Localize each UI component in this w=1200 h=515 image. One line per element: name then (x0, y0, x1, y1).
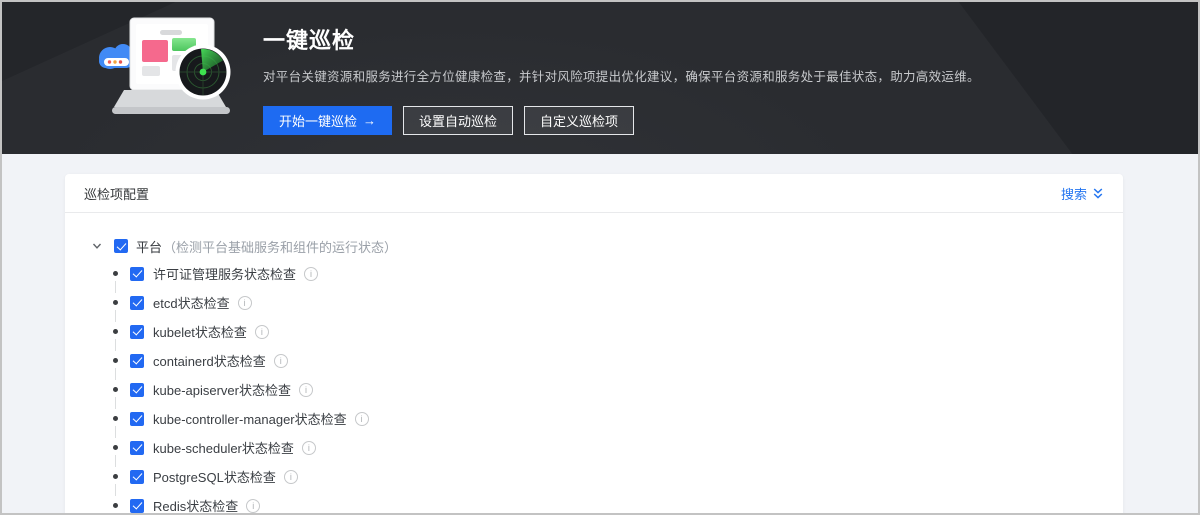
auto-inspection-settings-button[interactable]: 设置自动巡检 (403, 106, 513, 135)
tree-item-kubelet-check: kubelet状态检查 i (91, 317, 1099, 346)
item-label: kubelet状态检查 (153, 322, 247, 341)
item-checkbox[interactable] (130, 412, 144, 426)
hero-buttons: 开始一键巡检 → 设置自动巡检 自定义巡检项 (263, 106, 980, 135)
bullet-icon (113, 445, 118, 450)
custom-inspection-items-button[interactable]: 自定义巡检项 (524, 106, 634, 135)
arrow-right-icon: → (363, 113, 376, 128)
tree-item-redis-check: Redis状态检查 i (91, 491, 1099, 515)
inspection-illustration-icon (90, 8, 242, 146)
item-label: PostgreSQL状态检查 (153, 467, 276, 486)
info-icon[interactable]: i (238, 296, 252, 310)
tree-item-containerd-check: containerd状态检查 i (91, 346, 1099, 375)
item-label: containerd状态检查 (153, 351, 266, 370)
item-checkbox[interactable] (130, 325, 144, 339)
item-checkbox[interactable] (130, 470, 144, 484)
tree-item-etcd-check: etcd状态检查 i (91, 288, 1099, 317)
item-checkbox[interactable] (130, 441, 144, 455)
tree-item-license-check: 许可证管理服务状态检查 i (91, 259, 1099, 288)
info-icon[interactable]: i (255, 325, 269, 339)
item-checkbox[interactable] (130, 296, 144, 310)
item-label: etcd状态检查 (153, 293, 230, 312)
item-label: kube-controller-manager状态检查 (153, 409, 347, 428)
card-title: 巡检项配置 (84, 184, 149, 203)
info-icon[interactable]: i (304, 267, 318, 281)
bullet-icon (113, 271, 118, 276)
info-icon[interactable]: i (284, 470, 298, 484)
info-icon[interactable]: i (274, 354, 288, 368)
bullet-icon (113, 300, 118, 305)
custom-inspection-label: 自定义巡检项 (540, 111, 618, 130)
page-title: 一键巡检 (263, 23, 980, 55)
item-checkbox[interactable] (130, 383, 144, 397)
platform-checkbox[interactable] (114, 239, 128, 253)
info-icon[interactable]: i (299, 383, 313, 397)
inspection-tree: 平台 （检测平台基础服务和组件的运行状态） 许可证管理服务状态检查 i etcd… (65, 213, 1123, 515)
platform-description: （检测平台基础服务和组件的运行状态） (163, 237, 397, 256)
start-inspection-button[interactable]: 开始一键巡检 → (263, 106, 392, 135)
tree-item-postgresql-check: PostgreSQL状态检查 i (91, 462, 1099, 491)
tree-item-kube-apiserver-check: kube-apiserver状态检查 i (91, 375, 1099, 404)
inspection-page: 一键巡检 对平台关键资源和服务进行全方位健康检查，并针对风险项提出优化建议，确保… (0, 0, 1200, 515)
start-inspection-label: 开始一键巡检 (279, 111, 357, 130)
tree-item-kube-controller-manager-check: kube-controller-manager状态检查 i (91, 404, 1099, 433)
card-header: 巡检项配置 搜索 (65, 174, 1123, 213)
bullet-icon (113, 329, 118, 334)
cloud-icon (99, 44, 133, 69)
item-checkbox[interactable] (130, 267, 144, 281)
platform-label: 平台 (136, 237, 162, 256)
bullet-icon (113, 358, 118, 363)
collapse-caret-icon[interactable] (91, 240, 103, 252)
bullet-icon (113, 503, 118, 508)
tree-node-platform: 平台 （检测平台基础服务和组件的运行状态） (91, 233, 1099, 259)
item-label: kube-scheduler状态检查 (153, 438, 294, 457)
info-icon[interactable]: i (302, 441, 316, 455)
inspection-config-card: 巡检项配置 搜索 平台 （检测平台基础服务和组件的运行状态） (65, 174, 1123, 515)
hero-banner: 一键巡检 对平台关键资源和服务进行全方位健康检查，并针对风险项提出优化建议，确保… (2, 2, 1198, 154)
item-checkbox[interactable] (130, 354, 144, 368)
item-label: 许可证管理服务状态检查 (153, 264, 296, 283)
tree-children: 许可证管理服务状态检查 i etcd状态检查 i kubelet状态检查 i (91, 259, 1099, 515)
search-label: 搜索 (1061, 184, 1087, 203)
search-toggle[interactable]: 搜索 (1061, 184, 1104, 203)
item-checkbox[interactable] (130, 499, 144, 513)
tree-item-kube-scheduler-check: kube-scheduler状态检查 i (91, 433, 1099, 462)
bullet-icon (113, 474, 118, 479)
radar-icon (176, 45, 231, 100)
item-label: Redis状态检查 (153, 496, 238, 515)
bullet-icon (113, 416, 118, 421)
info-icon[interactable]: i (355, 412, 369, 426)
info-icon[interactable]: i (246, 499, 260, 513)
auto-inspection-label: 设置自动巡检 (419, 111, 497, 130)
double-chevron-down-icon (1092, 187, 1104, 200)
item-label: kube-apiserver状态检查 (153, 380, 291, 399)
page-description: 对平台关键资源和服务进行全方位健康检查，并针对风险项提出优化建议，确保平台资源和… (263, 66, 980, 85)
bullet-icon (113, 387, 118, 392)
